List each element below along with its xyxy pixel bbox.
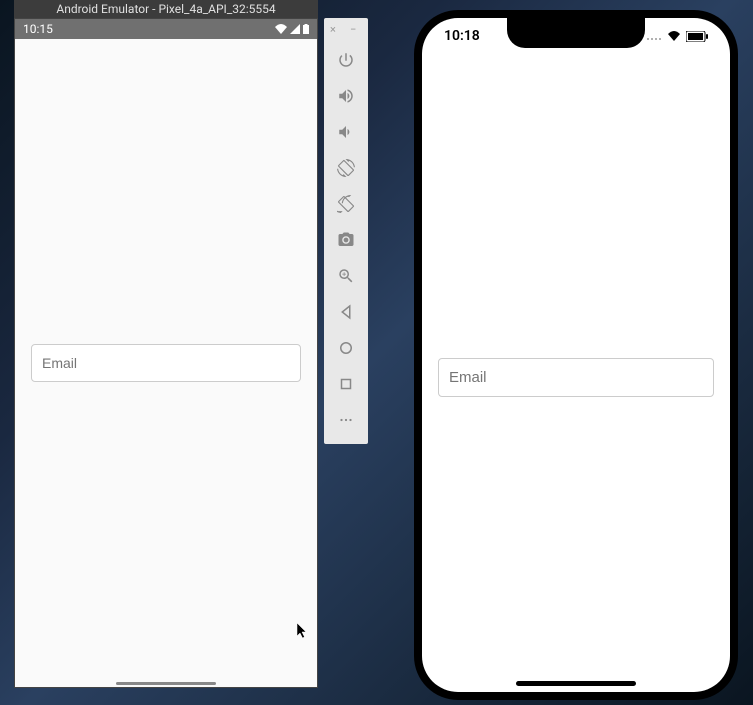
more-icon bbox=[337, 411, 355, 429]
home-button[interactable] bbox=[330, 332, 362, 364]
cellular-icon bbox=[646, 31, 662, 41]
volume-up-button[interactable] bbox=[330, 80, 362, 112]
emulator-toolbar: × − bbox=[324, 18, 368, 444]
wifi-icon bbox=[667, 31, 681, 41]
android-statusbar: 10:15 bbox=[15, 19, 317, 39]
volume-down-button[interactable] bbox=[330, 116, 362, 148]
rotate-right-icon bbox=[337, 195, 355, 213]
iphone-screen: 10:18 bbox=[422, 18, 730, 692]
android-device-frame: 10:15 bbox=[14, 18, 318, 688]
rotate-left-button[interactable] bbox=[330, 152, 362, 184]
volume-up-icon bbox=[337, 87, 355, 105]
toolbar-window-controls: × − bbox=[324, 24, 368, 42]
battery-icon bbox=[303, 24, 309, 34]
square-icon bbox=[337, 375, 355, 393]
rotate-right-button[interactable] bbox=[330, 188, 362, 220]
iphone-clock: 10:18 bbox=[444, 28, 480, 44]
back-button[interactable] bbox=[330, 296, 362, 328]
mouse-cursor bbox=[297, 623, 309, 639]
more-button[interactable] bbox=[330, 404, 362, 436]
rotate-left-icon bbox=[337, 159, 355, 177]
iphone-app-content bbox=[422, 62, 730, 692]
email-input[interactable] bbox=[438, 358, 714, 397]
signal-icon bbox=[290, 24, 300, 34]
overview-button[interactable] bbox=[330, 368, 362, 400]
android-title-text: Android Emulator - Pixel_4a_API_32:5554 bbox=[56, 2, 275, 16]
back-icon bbox=[337, 303, 355, 321]
android-status-icons bbox=[275, 24, 309, 34]
camera-icon bbox=[337, 231, 355, 249]
iphone-status-icons bbox=[646, 28, 708, 44]
power-icon bbox=[337, 51, 355, 69]
screenshot-button[interactable] bbox=[330, 224, 362, 256]
android-app-content bbox=[15, 39, 317, 687]
android-home-indicator[interactable] bbox=[116, 682, 216, 685]
iphone-simulator: 10:18 bbox=[414, 10, 738, 700]
wifi-icon bbox=[275, 24, 287, 34]
minimize-button[interactable]: − bbox=[350, 24, 362, 36]
android-clock: 10:15 bbox=[23, 22, 53, 36]
power-button[interactable] bbox=[330, 44, 362, 76]
android-titlebar: Android Emulator - Pixel_4a_API_32:5554 bbox=[14, 0, 318, 18]
zoom-icon bbox=[337, 267, 355, 285]
close-button[interactable]: × bbox=[330, 24, 342, 36]
volume-down-icon bbox=[337, 123, 355, 141]
iphone-notch bbox=[507, 18, 645, 48]
battery-icon bbox=[686, 31, 708, 42]
android-emulator: Android Emulator - Pixel_4a_API_32:5554 … bbox=[14, 0, 318, 688]
iphone-home-indicator[interactable] bbox=[516, 681, 636, 686]
zoom-button[interactable] bbox=[330, 260, 362, 292]
email-input[interactable] bbox=[31, 344, 301, 382]
circle-icon bbox=[337, 339, 355, 357]
